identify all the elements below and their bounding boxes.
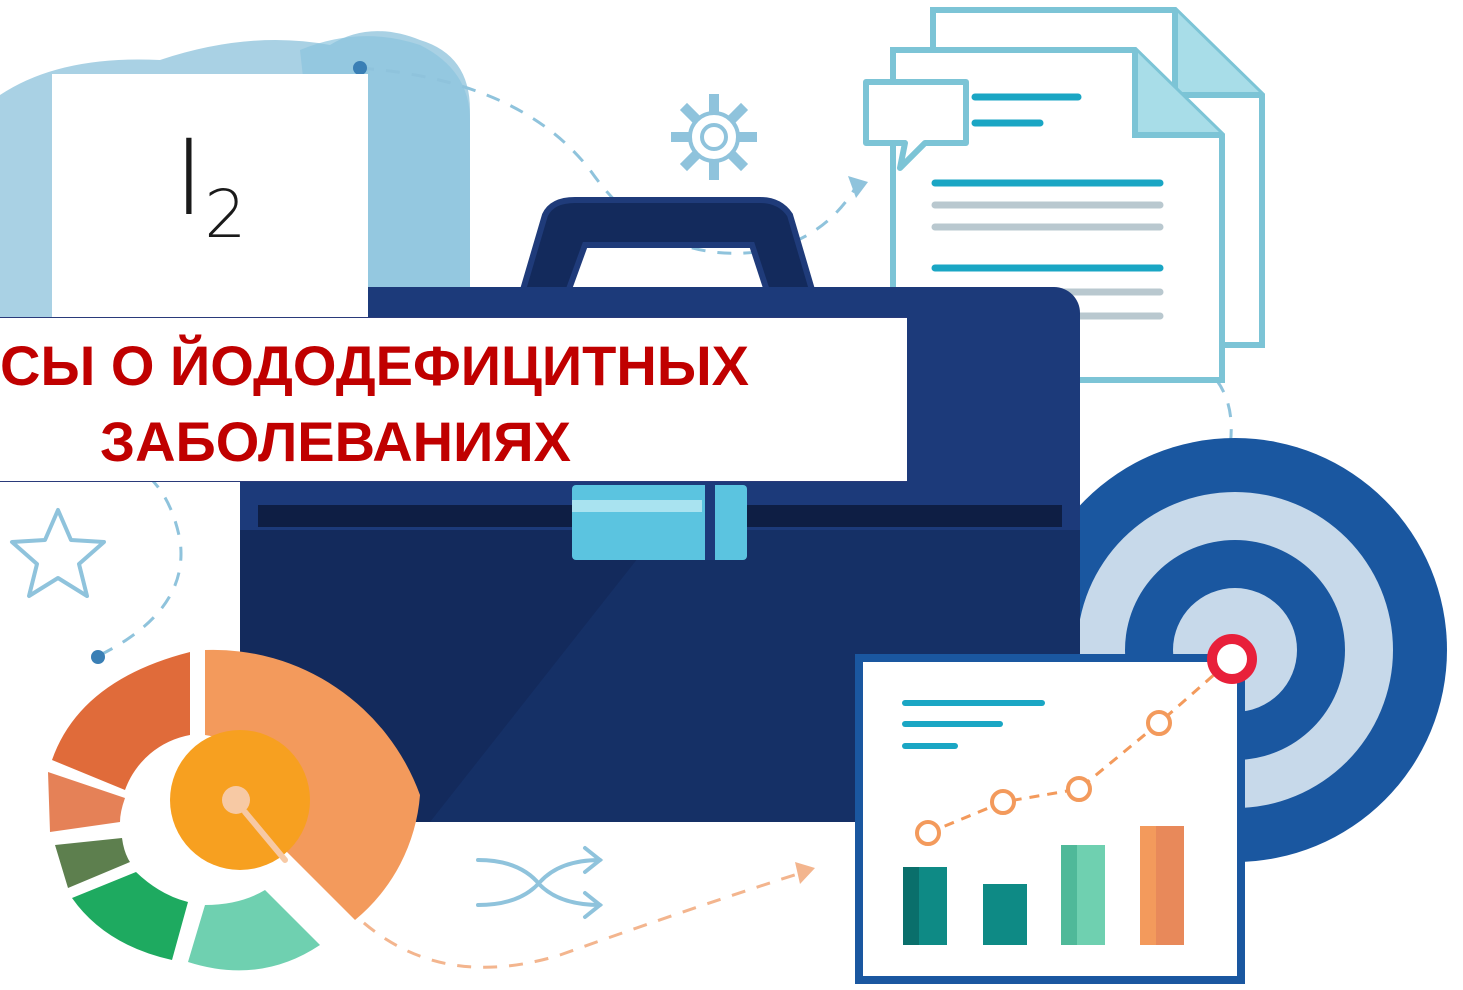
arrow-head-icon xyxy=(848,176,868,198)
element-symbol: I xyxy=(173,116,205,239)
flow-dot xyxy=(353,61,367,75)
title-line-2: ЗАБОЛЕВАНИЯХ xyxy=(100,410,571,473)
star-icon xyxy=(10,508,106,598)
dashed-flow-line-bottom xyxy=(343,868,811,969)
gear-icon xyxy=(671,94,757,180)
iodine-formula: I2 xyxy=(174,126,247,248)
growth-chart-card xyxy=(855,634,1257,984)
title-banner: СЫ О ЙОДОДЕФИЦИТНЫХ ЗАБОЛЕВАНИЯХ xyxy=(0,317,907,482)
title-line-1: СЫ О ЙОДОДЕФИЦИТНЫХ xyxy=(0,334,749,397)
formula-subscript: 2 xyxy=(204,176,247,254)
shuffle-icon xyxy=(476,846,604,919)
arrow-head-icon xyxy=(795,862,815,884)
flow-dot xyxy=(91,650,105,664)
iodine-logo: I2 xyxy=(52,74,368,320)
